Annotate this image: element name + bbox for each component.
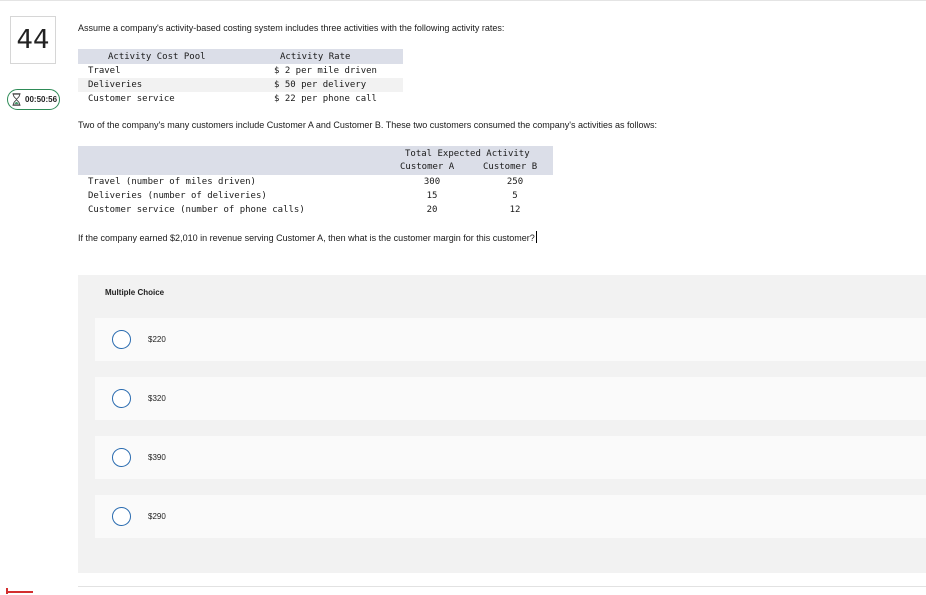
table-row: Customer service (number of phone calls)…: [78, 203, 553, 217]
choice-option[interactable]: $390: [95, 436, 926, 479]
choice-option[interactable]: $290: [95, 495, 926, 538]
cost-pool-deliveries: Deliveries: [88, 80, 143, 90]
activity-label-customer-service: Customer service (number of phone calls): [88, 205, 305, 215]
header-total-expected-activity: Total Expected Activity: [405, 149, 530, 159]
table-row: Travel (number of miles driven) 300 250: [78, 175, 553, 189]
customer-b-travel: 250: [506, 177, 524, 187]
table-row: Deliveries (number of deliveries) 15 5: [78, 189, 553, 203]
header-activity-cost-pool: Activity Cost Pool: [108, 51, 206, 62]
customer-a-travel: 300: [423, 177, 441, 187]
choice-option[interactable]: $320: [95, 377, 926, 420]
radio-button[interactable]: [112, 448, 131, 467]
question-prompt-text: If the company earned $2,010 in revenue …: [78, 233, 535, 243]
hourglass-icon: [12, 93, 21, 106]
top-divider: [0, 0, 926, 1]
choice-option[interactable]: $220: [95, 318, 926, 361]
header-customer-a: Customer A: [400, 162, 455, 172]
choice-label: $390: [148, 453, 166, 462]
rate-deliveries: $ 50 per delivery: [274, 80, 367, 90]
header-activity-rate: Activity Rate: [280, 51, 351, 62]
radio-button[interactable]: [112, 330, 131, 349]
customer-a-deliveries: 15: [426, 191, 438, 201]
activity-label-travel: Travel (number of miles driven): [88, 177, 256, 187]
cost-pool-customer-service: Customer service: [88, 94, 175, 104]
rates-table-header: Activity Cost Pool Activity Rate: [78, 49, 403, 64]
activity-label-deliveries: Deliveries (number of deliveries): [88, 191, 267, 201]
customer-activity-table: Total Expected Activity Customer A Custo…: [78, 146, 553, 217]
choice-label: $320: [148, 394, 166, 403]
cost-pool-travel: Travel: [88, 66, 121, 76]
activity-table-header: Total Expected Activity Customer A Custo…: [78, 146, 553, 175]
table-row: Customer service $ 22 per phone call: [78, 92, 403, 106]
timer-text: 00:50:56: [25, 95, 58, 104]
choice-label: $290: [148, 512, 166, 521]
multiple-choice-title: Multiple Choice: [105, 288, 165, 297]
question-number: 44: [10, 16, 56, 64]
table-row: Deliveries $ 50 per delivery: [78, 78, 403, 92]
intro-text: Assume a company's activity-based costin…: [78, 23, 505, 33]
rate-travel: $ 2 per mile driven: [274, 66, 377, 76]
header-customer-b: Customer B: [483, 162, 538, 172]
choice-label: $220: [148, 335, 166, 344]
text-cursor: [535, 231, 537, 243]
table-row: Travel $ 2 per mile driven: [78, 64, 403, 78]
radio-button[interactable]: [112, 389, 131, 408]
activity-rates-table: Activity Cost Pool Activity Rate Travel …: [78, 49, 403, 106]
middle-text: Two of the company's many customers incl…: [78, 120, 658, 130]
customer-b-customer-service: 12: [509, 205, 521, 215]
radio-button[interactable]: [112, 507, 131, 526]
rate-customer-service: $ 22 per phone call: [274, 94, 377, 104]
bottom-divider: [78, 586, 926, 587]
progress-indicator: [6, 591, 33, 593]
customer-a-customer-service: 20: [426, 205, 438, 215]
multiple-choice-panel: Multiple Choice $220 $320 $390 $290: [78, 275, 926, 573]
customer-b-deliveries: 5: [512, 191, 518, 201]
timer-badge: 00:50:56: [7, 89, 60, 110]
question-prompt: If the company earned $2,010 in revenue …: [78, 231, 537, 243]
